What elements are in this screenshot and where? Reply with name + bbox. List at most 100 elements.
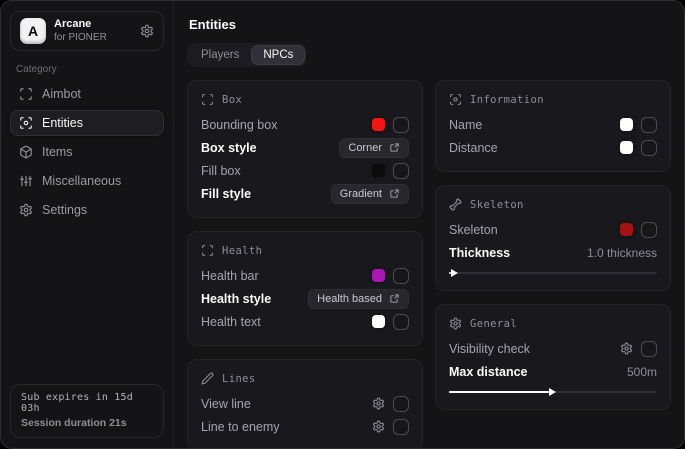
lines-card: Lines View line Line to enemy (187, 359, 423, 448)
setting-row: Line to enemy (201, 415, 409, 438)
page-title: Entities (189, 17, 671, 32)
subscription-card: Sub expires in 15d 03h Session duration … (10, 384, 164, 438)
card-title: Information (470, 94, 544, 106)
brand-card: A Arcane for PIONER (10, 11, 164, 51)
card-title: Box (222, 94, 242, 106)
tab-npcs[interactable]: NPCs (252, 46, 304, 64)
bounding-box-checkbox[interactable] (393, 117, 409, 133)
select-value: Health based (317, 293, 382, 305)
visibility-check-checkbox[interactable] (641, 341, 657, 357)
setting-row: Distance (449, 136, 657, 159)
thickness-slider[interactable] (449, 268, 657, 278)
sidebar-item-items[interactable]: Items (10, 139, 164, 165)
setting-row: Name (449, 113, 657, 136)
crosshair-scan-icon (19, 87, 33, 101)
brand-title: Arcane (54, 18, 107, 32)
health-bar-checkbox[interactable] (393, 268, 409, 284)
app-window: A Arcane for PIONER Category Aimbot (0, 0, 685, 449)
card-title: Lines (222, 373, 256, 385)
category-label: Category (16, 64, 158, 75)
gear-icon (449, 317, 462, 330)
scan-eye-icon (449, 93, 462, 106)
distance-checkbox[interactable] (641, 140, 657, 156)
gear-icon (19, 203, 33, 217)
max-distance-slider[interactable] (449, 387, 657, 397)
setting-row: Skeleton (449, 218, 657, 241)
select-value: Gradient (340, 188, 382, 200)
view-line-checkbox[interactable] (393, 396, 409, 412)
setting-row: Health text (201, 310, 409, 333)
card-title: General (470, 318, 517, 330)
box-style-select[interactable]: Corner (339, 138, 409, 158)
fill-style-select[interactable]: Gradient (331, 184, 409, 204)
color-swatch[interactable] (372, 118, 385, 131)
setting-row: Bounding box (201, 113, 409, 136)
color-swatch[interactable] (372, 164, 385, 177)
sidebar-item-label: Aimbot (42, 87, 81, 101)
setting-row: View line (201, 392, 409, 415)
setting-label: Distance (449, 141, 498, 155)
session-duration: Session duration 21s (21, 417, 153, 429)
brand-logo: A (20, 18, 46, 44)
package-icon (19, 145, 33, 159)
line-to-enemy-checkbox[interactable] (393, 419, 409, 435)
color-swatch[interactable] (372, 315, 385, 328)
sidebar-item-aimbot[interactable]: Aimbot (10, 81, 164, 107)
sliders-icon (19, 174, 33, 188)
subscription-expiry: Sub expires in 15d 03h (21, 392, 153, 414)
setting-row: Health style Health based (201, 287, 409, 310)
health-text-checkbox[interactable] (393, 314, 409, 330)
tab-players[interactable]: Players (190, 46, 250, 64)
setting-label: Max distance (449, 365, 528, 379)
sidebar-item-label: Entities (42, 116, 83, 130)
color-swatch[interactable] (372, 269, 385, 282)
gear-icon[interactable] (620, 342, 633, 355)
setting-label: Name (449, 118, 482, 132)
skeleton-checkbox[interactable] (641, 222, 657, 238)
card-title: Health (222, 245, 262, 257)
select-expand-icon (389, 293, 400, 304)
slider-handle[interactable] (449, 391, 549, 393)
color-swatch[interactable] (620, 223, 633, 236)
main-panel: Entities Players NPCs Box Bounding box (174, 1, 684, 448)
card-title: Skeleton (470, 199, 524, 211)
setting-label: Fill style (201, 187, 251, 201)
fill-box-checkbox[interactable] (393, 163, 409, 179)
setting-label: Health style (201, 292, 271, 306)
color-swatch[interactable] (620, 141, 633, 154)
sidebar-item-settings[interactable]: Settings (10, 197, 164, 223)
setting-row: Health bar (201, 264, 409, 287)
color-swatch[interactable] (620, 118, 633, 131)
sidebar-item-miscellaneous[interactable]: Miscellaneous (10, 168, 164, 194)
slider-handle[interactable] (449, 272, 451, 274)
sidebar-item-entities[interactable]: Entities (10, 110, 164, 136)
setting-label: Bounding box (201, 118, 277, 132)
setting-label: Box style (201, 141, 257, 155)
sidebar-item-label: Items (42, 145, 73, 159)
setting-label: Visibility check (449, 342, 530, 356)
sidebar: A Arcane for PIONER Category Aimbot (1, 1, 174, 448)
setting-label: Fill box (201, 164, 241, 178)
setting-row: Box style Corner (201, 136, 409, 159)
scan-brackets-icon (201, 244, 214, 257)
health-card: Health Health bar Health style Health ba… (187, 231, 423, 346)
slider-value: 1.0 thickness (587, 246, 657, 260)
health-style-select[interactable]: Health based (308, 289, 409, 309)
name-checkbox[interactable] (641, 117, 657, 133)
gear-icon[interactable] (372, 397, 385, 410)
setting-label: Health bar (201, 269, 259, 283)
setting-label: Line to enemy (201, 420, 280, 434)
select-value: Corner (348, 142, 382, 154)
setting-label: Health text (201, 315, 261, 329)
gear-icon[interactable] (372, 420, 385, 433)
setting-row: Fill box (201, 159, 409, 182)
bone-icon (449, 198, 462, 211)
general-card: General Visibility check Max distance (435, 304, 671, 410)
setting-row: Max distance 500m (449, 360, 657, 383)
scan-eye-icon (19, 116, 33, 130)
setting-label: View line (201, 397, 251, 411)
gear-icon[interactable] (140, 24, 154, 38)
scan-brackets-icon (201, 93, 214, 106)
sidebar-nav: Aimbot Entities Items Miscellaneous (10, 81, 164, 223)
setting-label: Skeleton (449, 223, 498, 237)
